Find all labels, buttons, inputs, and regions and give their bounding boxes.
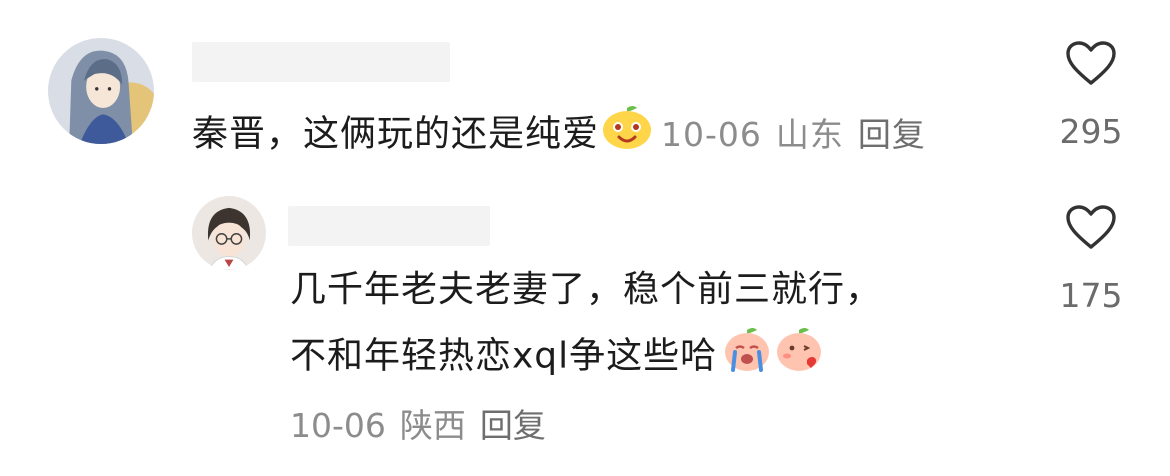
avatar[interactable]	[48, 38, 154, 144]
comment-location: 山东	[775, 114, 844, 154]
heart-icon	[1066, 205, 1116, 249]
glasses-boy-avatar-icon	[192, 196, 266, 270]
long-haired-character-avatar-icon	[48, 38, 154, 144]
like-button[interactable]: 295	[1056, 40, 1126, 151]
comment-body-line-2: 不和年轻热恋xql争这些哈	[290, 335, 718, 377]
blushing-peach-emoji-icon	[773, 326, 825, 389]
heart-icon	[1066, 41, 1116, 85]
reply-button[interactable]: 回复	[858, 115, 926, 154]
comment-text: 秦晋，这俩玩的还是纯爱 10-06 山东 回复	[192, 104, 940, 167]
username-redacted	[192, 42, 450, 82]
comment-text-line-2: 不和年轻热恋xql争这些哈	[290, 326, 825, 389]
reply-button[interactable]: 回复	[480, 406, 546, 445]
comment-body: 秦晋，这俩玩的还是纯爱	[192, 113, 600, 155]
comment-body-line-1: 几千年老夫老妻了，稳个前三就行，	[290, 269, 883, 310]
comment-location: 陕西	[399, 406, 466, 445]
like-count: 175	[1059, 276, 1123, 315]
avatar[interactable]	[192, 196, 266, 270]
like-count: 295	[1059, 112, 1123, 151]
comment-date: 10-06	[290, 406, 386, 445]
comment-meta: 10-06 陕西 回复	[290, 404, 560, 448]
comment-text-line-1: 几千年老夫老妻了，稳个前三就行，	[290, 262, 882, 318]
like-button[interactable]: 175	[1056, 204, 1126, 315]
smiling-peach-emoji-icon	[601, 104, 653, 167]
comment-date: 10-06	[661, 114, 762, 154]
crying-peach-emoji-icon	[723, 326, 771, 389]
username-redacted	[288, 206, 490, 246]
